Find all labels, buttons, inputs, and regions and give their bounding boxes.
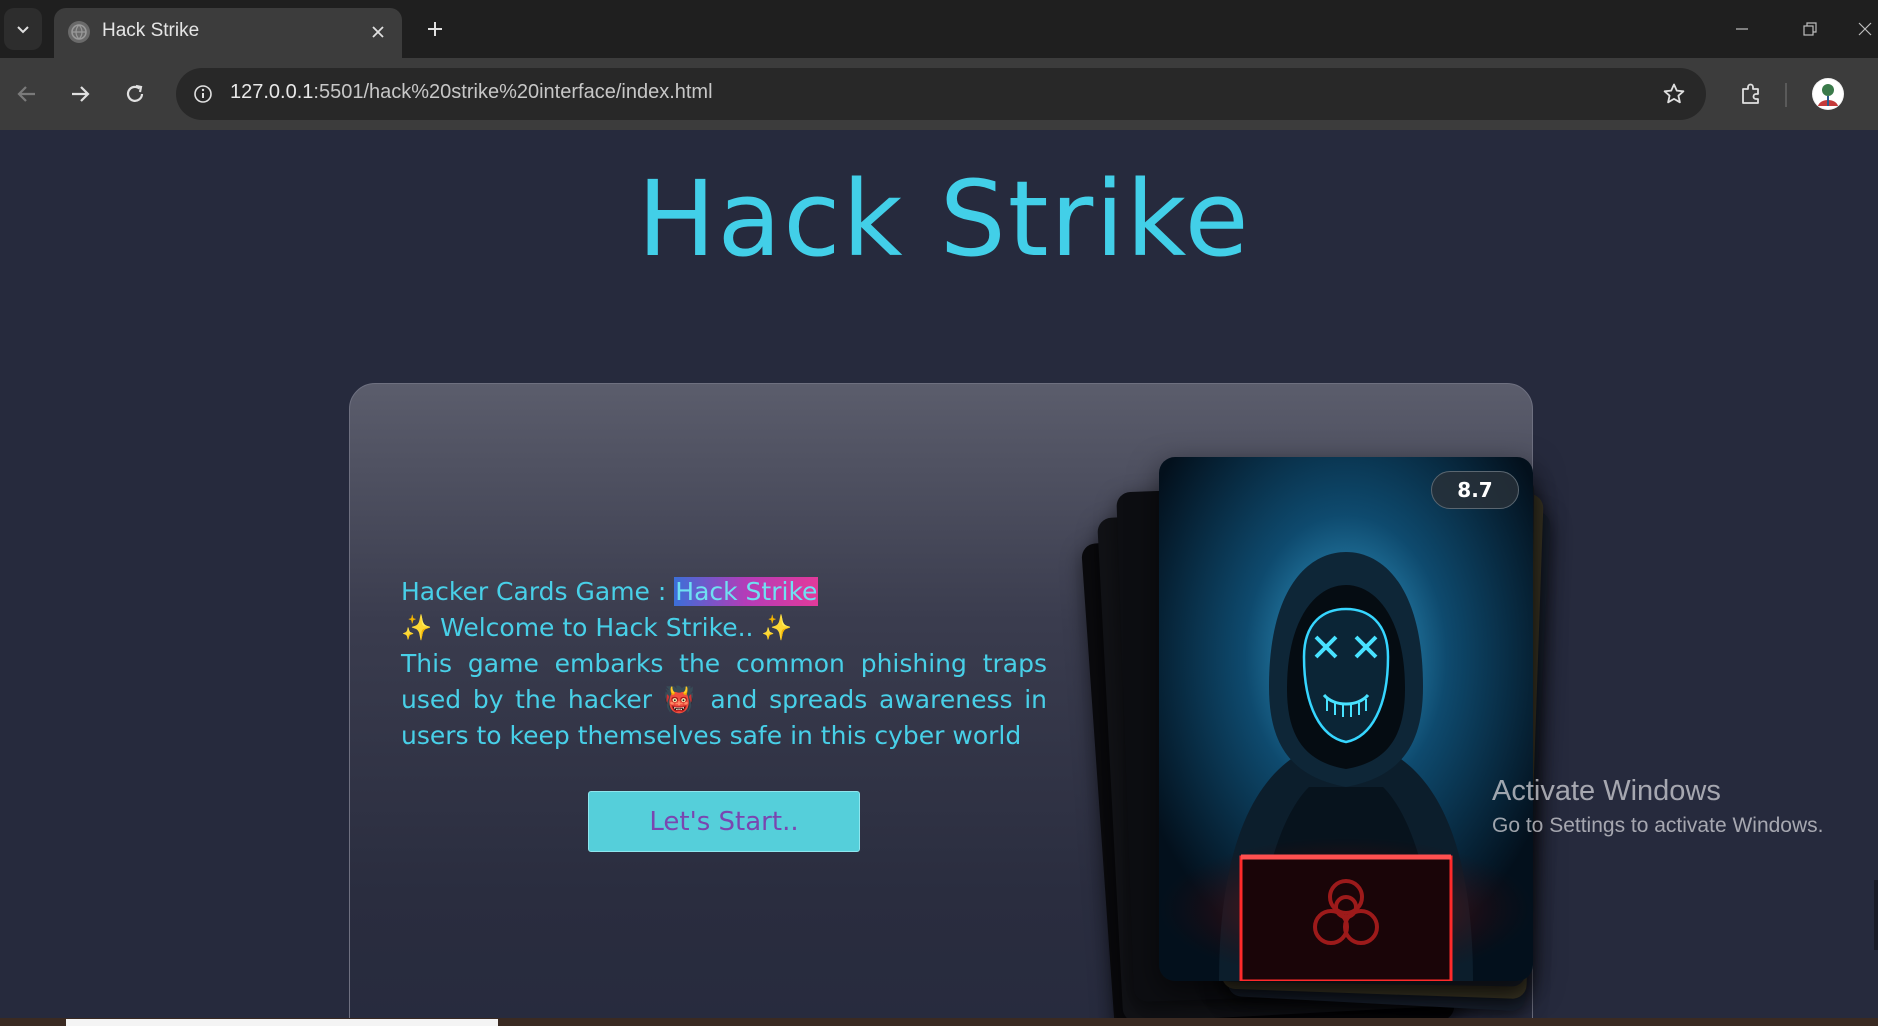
active-tab[interactable]: Hack Strike — [54, 8, 402, 58]
reload-icon — [126, 84, 144, 102]
reload-button[interactable] — [114, 73, 156, 115]
tab-bar: Hack Strike — [0, 0, 1878, 58]
start-button[interactable]: Let's Start.. — [588, 791, 860, 852]
browser-toolbar: 127.0.0.1:5501/hack%20strike%20interface… — [0, 58, 1878, 130]
back-button[interactable] — [6, 73, 48, 115]
windows-activation-watermark: Activate Windows Go to Settings to activ… — [1492, 775, 1824, 838]
forward-button[interactable] — [59, 73, 101, 115]
rating-badge: 8.7 — [1431, 471, 1519, 509]
extensions-button[interactable] — [1730, 73, 1772, 115]
hacker-artwork — [1159, 457, 1533, 981]
intro-prefix: Hacker Cards Game : — [401, 577, 675, 606]
tab-title: Hack Strike — [102, 20, 200, 41]
page-content: Hack Strike Hacker Cards Game : Hack Str… — [0, 130, 1878, 1026]
restore-button[interactable] — [1790, 12, 1830, 46]
url-host: 127.0.0.1 — [230, 81, 314, 103]
url-path: :5501/hack%20strike%20interface/index.ht… — [313, 81, 713, 103]
avatar[interactable] — [1812, 78, 1844, 110]
taskbar-window-edge — [66, 1019, 498, 1026]
chevron-down-icon — [17, 26, 29, 34]
address-bar[interactable]: 127.0.0.1:5501/hack%20strike%20interface… — [176, 68, 1706, 120]
intro-text: Hacker Cards Game : Hack Strike ✨ Welcom… — [401, 574, 1047, 754]
minimize-icon — [1736, 28, 1748, 30]
new-tab-button[interactable] — [418, 12, 452, 46]
arrow-left-icon — [17, 86, 35, 102]
url-text: 127.0.0.1:5501/hack%20strike%20interface… — [230, 81, 713, 104]
window-close-button[interactable] — [1852, 12, 1878, 46]
info-icon[interactable] — [186, 77, 220, 111]
toolbar-separator — [1785, 83, 1787, 107]
globe-icon — [68, 21, 90, 43]
scrollbar[interactable] — [1874, 880, 1878, 950]
minimize-button[interactable] — [1722, 12, 1762, 46]
plus-icon — [428, 22, 442, 36]
devil-emoji: 👹 — [663, 685, 699, 714]
puzzle-icon — [1742, 83, 1759, 104]
restore-icon — [1803, 22, 1817, 36]
page-title: Hack Strike — [637, 158, 1251, 280]
intro-highlight: Hack Strike — [674, 577, 819, 606]
welcome-line: ✨ Welcome to Hack Strike.. ✨ — [401, 613, 793, 642]
watermark-subtitle: Go to Settings to activate Windows. — [1492, 814, 1824, 837]
watermark-title: Activate Windows — [1492, 775, 1721, 807]
hacker-card[interactable]: 8.7 — [1159, 457, 1533, 981]
close-icon[interactable] — [366, 20, 390, 44]
star-icon[interactable] — [1660, 80, 1688, 108]
close-icon — [1858, 22, 1872, 36]
tab-list-button[interactable] — [4, 8, 42, 50]
arrow-right-icon — [72, 86, 90, 102]
intro-panel: Hacker Cards Game : Hack Strike ✨ Welcom… — [349, 383, 1551, 1026]
